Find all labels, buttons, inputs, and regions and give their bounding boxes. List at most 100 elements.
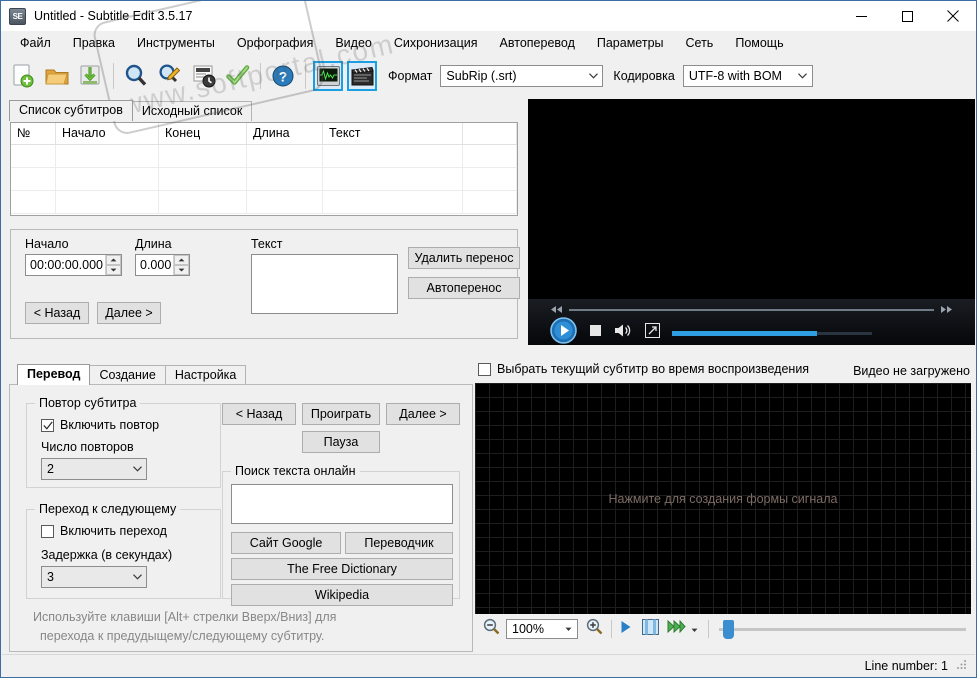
menu-item-options[interactable]: Параметры bbox=[586, 33, 675, 53]
translate-play-button[interactable]: Проиграть bbox=[302, 403, 380, 425]
tab-adjust[interactable]: Настройка bbox=[164, 365, 247, 385]
menu-item-tools[interactable]: Инструменты bbox=[126, 33, 226, 53]
translate-pause-button[interactable]: Пауза bbox=[302, 431, 380, 453]
menu-item-help[interactable]: Помощь bbox=[724, 33, 794, 53]
format-combobox[interactable]: SubRip (.srt) bbox=[440, 65, 604, 87]
fast-forward-dropdown-icon[interactable] bbox=[691, 620, 698, 638]
replace-icon[interactable] bbox=[154, 60, 186, 92]
stepper-down-icon[interactable] bbox=[106, 265, 121, 275]
grid-col-text[interactable]: Текст bbox=[323, 123, 463, 144]
play-icon[interactable] bbox=[550, 317, 577, 349]
find-icon[interactable] bbox=[120, 60, 152, 92]
maximize-icon[interactable] bbox=[884, 1, 930, 31]
google-button[interactable]: Сайт Google bbox=[231, 532, 341, 554]
forward-icon[interactable] bbox=[940, 301, 953, 319]
stepper-buttons[interactable] bbox=[105, 255, 121, 275]
translate-prev-button[interactable]: < Назад bbox=[222, 403, 296, 425]
new-file-icon[interactable] bbox=[7, 60, 39, 92]
menu-item-sync[interactable]: Сихронизация bbox=[383, 33, 489, 53]
stepper-buttons[interactable] bbox=[173, 255, 189, 275]
stepper-up-icon[interactable] bbox=[174, 255, 189, 265]
subtitle-list[interactable]: № Начало Конец Длина Текст bbox=[10, 122, 518, 216]
toolbar-separator bbox=[611, 620, 612, 638]
close-icon[interactable] bbox=[930, 1, 976, 31]
slider-thumb[interactable] bbox=[723, 620, 734, 639]
video-toggle[interactable] bbox=[347, 61, 377, 91]
seek-slider[interactable] bbox=[569, 309, 934, 311]
tab-translate[interactable]: Перевод bbox=[17, 364, 91, 385]
repeat-group: Повтор субтитра Включить повтор Число по… bbox=[26, 396, 221, 488]
grid-col-extra[interactable] bbox=[463, 123, 517, 144]
editor-prev-button[interactable]: < Назад bbox=[25, 302, 89, 324]
volume-slider[interactable] bbox=[672, 330, 872, 336]
waveform-toggle[interactable] bbox=[313, 61, 343, 91]
minimize-icon[interactable] bbox=[838, 1, 884, 31]
spell-check-icon[interactable] bbox=[222, 60, 254, 92]
translator-button[interactable]: Переводчик bbox=[345, 532, 453, 554]
volume-icon[interactable] bbox=[614, 323, 633, 343]
menu-item-network[interactable]: Сеть bbox=[675, 33, 725, 53]
waveform-message: Нажмите для создания формы сигнала bbox=[608, 491, 838, 506]
table-row[interactable] bbox=[11, 145, 517, 168]
fast-forward-icon[interactable] bbox=[667, 619, 686, 638]
tab-original-list[interactable]: Исходный список bbox=[131, 101, 253, 121]
save-icon[interactable] bbox=[75, 60, 107, 92]
table-row[interactable] bbox=[11, 168, 517, 191]
duration-stepper[interactable]: 0.000 bbox=[135, 254, 190, 276]
sync-time-icon[interactable] bbox=[188, 60, 220, 92]
zoom-combobox[interactable]: 100% bbox=[506, 619, 578, 639]
main-toolbar: ? Формат SubRip (.srt) Кодировка UTF-8 w… bbox=[1, 55, 976, 97]
fullscreen-icon[interactable] bbox=[645, 323, 660, 343]
editor-next-button[interactable]: Далее > bbox=[97, 302, 161, 324]
tab-create[interactable]: Создание bbox=[89, 365, 166, 385]
free-dictionary-button[interactable]: The Free Dictionary bbox=[231, 558, 453, 580]
translate-next-button[interactable]: Далее > bbox=[386, 403, 460, 425]
table-cell bbox=[159, 145, 247, 167]
wave-play-icon[interactable] bbox=[620, 620, 632, 639]
menu-item-edit[interactable]: Правка bbox=[62, 33, 126, 53]
open-folder-icon[interactable] bbox=[41, 60, 73, 92]
advance-group-title: Переход к следующему bbox=[35, 502, 181, 516]
select-current-subtitle-checkbox[interactable]: Выбрать текущий субтитр во время воспрои… bbox=[478, 362, 809, 376]
zoom-out-icon[interactable] bbox=[483, 618, 500, 640]
unbreak-button[interactable]: Удалить перенос bbox=[408, 247, 520, 269]
stepper-down-icon[interactable] bbox=[174, 265, 189, 275]
table-row[interactable] bbox=[11, 191, 517, 214]
video-player[interactable] bbox=[528, 99, 975, 345]
wikipedia-button[interactable]: Wikipedia bbox=[231, 584, 453, 606]
menu-item-spelling[interactable]: Орфография bbox=[226, 33, 324, 53]
menu-item-autotranslate[interactable]: Автоперевод bbox=[489, 33, 586, 53]
subtitle-text-input[interactable] bbox=[251, 254, 398, 314]
delay-combobox[interactable]: 3 bbox=[41, 566, 147, 588]
grid-rows[interactable] bbox=[11, 145, 517, 214]
grid-col-start[interactable]: Начало bbox=[56, 123, 159, 144]
frames-icon[interactable] bbox=[642, 618, 659, 640]
grid-col-number[interactable]: № bbox=[11, 123, 56, 144]
menu-item-file[interactable]: Файл bbox=[9, 33, 62, 53]
enable-repeat-checkbox[interactable]: Включить повтор bbox=[41, 418, 159, 432]
autobreak-button[interactable]: Автоперенос bbox=[408, 277, 520, 299]
stop-icon[interactable] bbox=[589, 324, 602, 342]
tab-subtitle-list[interactable]: Список субтитров bbox=[9, 100, 133, 121]
grid-col-end[interactable]: Конец bbox=[159, 123, 247, 144]
stepper-up-icon[interactable] bbox=[106, 255, 121, 265]
start-time-stepper[interactable]: 00:00:00.000 bbox=[25, 254, 122, 276]
encoding-combobox[interactable]: UTF-8 with BOM bbox=[682, 65, 813, 87]
grid-col-duration[interactable]: Длина bbox=[247, 123, 323, 144]
menu-item-video[interactable]: Видео bbox=[324, 33, 383, 53]
resize-grip-icon[interactable] bbox=[956, 659, 967, 673]
repeat-count-combobox[interactable]: 2 bbox=[41, 458, 147, 480]
table-cell bbox=[11, 191, 56, 213]
search-input[interactable] bbox=[231, 484, 453, 524]
zoom-in-icon[interactable] bbox=[586, 618, 603, 640]
enable-advance-checkbox[interactable]: Включить переход bbox=[41, 524, 167, 538]
svg-text:?: ? bbox=[279, 69, 288, 85]
table-cell bbox=[56, 168, 159, 190]
select-current-subtitle-label: Выбрать текущий субтитр во время воспрои… bbox=[497, 362, 810, 376]
text-label: Текст bbox=[251, 237, 283, 251]
online-search-title: Поиск текста онлайн bbox=[231, 464, 360, 478]
online-search-group: Поиск текста онлайн Сайт Google Переводч… bbox=[222, 464, 460, 606]
waveform-position-slider[interactable] bbox=[719, 619, 966, 639]
waveform-display[interactable]: Нажмите для создания формы сигнала bbox=[475, 383, 971, 614]
help-icon[interactable]: ? bbox=[267, 60, 299, 92]
